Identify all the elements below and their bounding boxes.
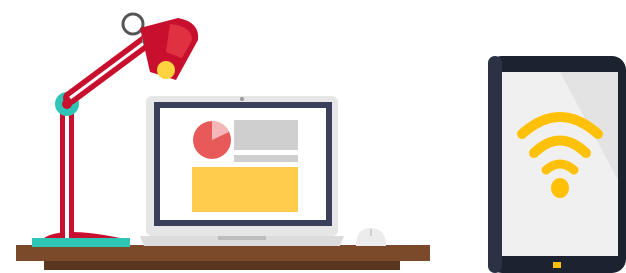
desk-shadow bbox=[44, 261, 400, 270]
desk-icon bbox=[16, 245, 430, 270]
lamp-base-dome bbox=[44, 232, 120, 238]
workspace-illustration bbox=[0, 0, 626, 273]
lamp-bulb bbox=[157, 61, 175, 79]
tablet-frame-shadow bbox=[488, 56, 502, 273]
mouse-icon bbox=[356, 228, 386, 246]
lamp-lower-arm-stripe bbox=[65, 106, 69, 238]
screen-gray-block bbox=[234, 120, 298, 150]
tablet-home-button bbox=[553, 262, 561, 268]
desk-top bbox=[16, 245, 430, 261]
screen-gray-line bbox=[234, 155, 298, 162]
screen-yellow-block bbox=[192, 167, 298, 212]
illustration-canvas bbox=[16, 12, 626, 273]
lamp-base bbox=[32, 238, 130, 247]
lamp-upper-arm-stripe bbox=[69, 38, 149, 100]
wifi-dot bbox=[551, 178, 569, 198]
laptop-camera bbox=[240, 97, 244, 101]
laptop-hinge bbox=[218, 236, 266, 240]
laptop-icon bbox=[140, 96, 344, 246]
lamp-spring-ring bbox=[121, 12, 145, 36]
